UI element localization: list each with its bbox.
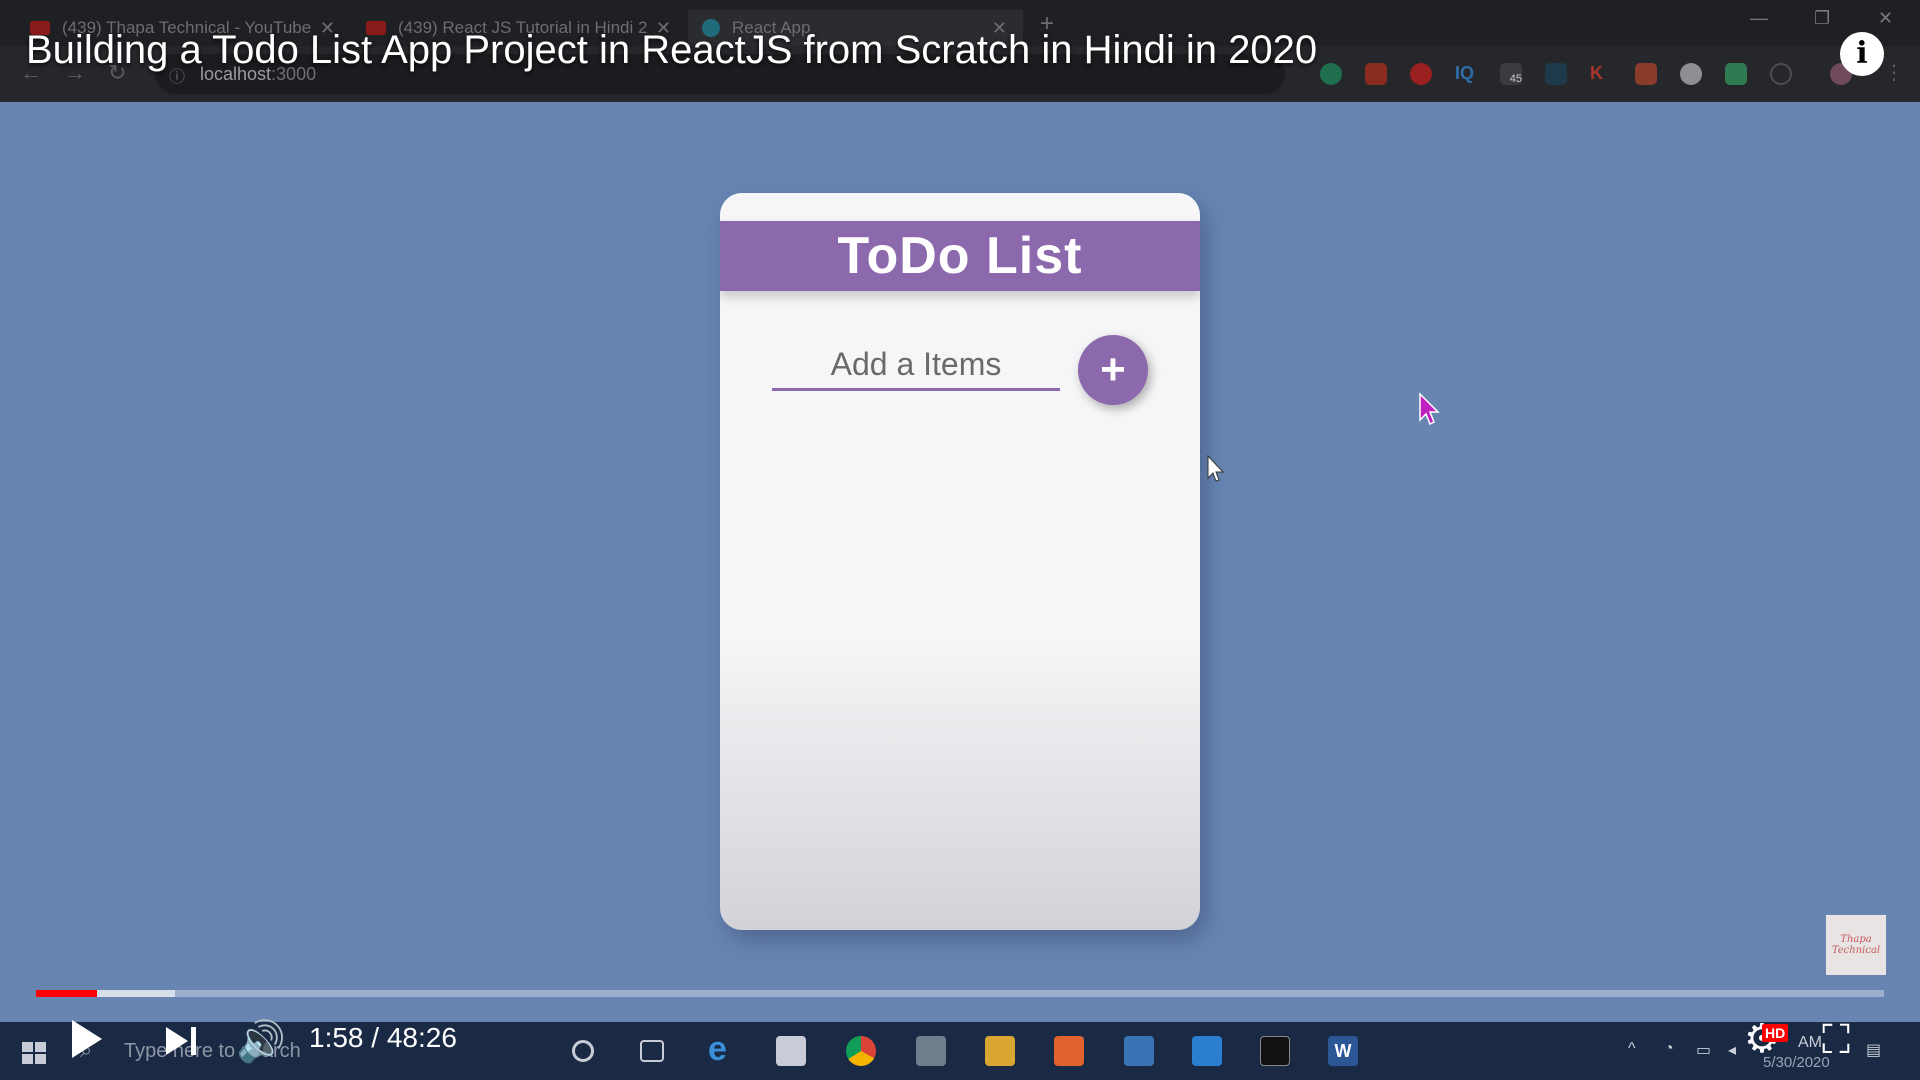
video-info-button[interactable]: i — [1840, 32, 1884, 76]
minimize-icon[interactable]: — — [1750, 8, 1768, 29]
cortana-icon[interactable] — [572, 1040, 594, 1062]
file-explorer-icon[interactable] — [985, 1036, 1015, 1066]
extension-icon[interactable] — [1680, 63, 1702, 85]
notifications-icon[interactable]: ▤ — [1866, 1040, 1881, 1060]
extension-icon[interactable] — [1725, 63, 1747, 85]
volume-icon[interactable]: 🔊 — [236, 1018, 286, 1065]
grammarly-icon[interactable] — [1320, 63, 1342, 85]
badge-extension-icon[interactable]: 45 — [1500, 63, 1522, 85]
todo-title: ToDo List — [720, 221, 1200, 291]
extension-icon[interactable] — [1770, 63, 1792, 85]
window-close-icon[interactable]: ✕ — [1878, 8, 1893, 29]
time-display: 1:58 / 48:26 — [309, 1022, 457, 1053]
extension-icon[interactable]: K — [1590, 63, 1612, 85]
iq-icon[interactable]: IQ — [1455, 63, 1477, 85]
store-icon[interactable] — [776, 1036, 806, 1066]
speaker-icon[interactable]: ◂ — [1728, 1040, 1736, 1060]
add-item-input[interactable] — [772, 341, 1060, 391]
task-view-icon[interactable] — [640, 1040, 664, 1062]
next-video-icon[interactable] — [166, 1025, 200, 1059]
battery-icon[interactable]: ▭ — [1696, 1040, 1711, 1060]
add-item-button[interactable]: + — [1078, 335, 1148, 405]
extension-icon[interactable] — [1545, 63, 1567, 85]
mouse-cursor-icon — [1419, 392, 1440, 426]
hd-badge: HD — [1762, 1024, 1789, 1042]
windows-start-icon[interactable] — [22, 1042, 46, 1064]
video-progress-bar[interactable] — [36, 990, 1884, 997]
extension-icon[interactable] — [1635, 63, 1657, 85]
app-icon[interactable] — [916, 1036, 946, 1066]
extension-badge: 45 — [1509, 73, 1522, 85]
exit-fullscreen-icon[interactable]: ⛶ — [1822, 1018, 1850, 1063]
todo-card: ToDo List + — [720, 193, 1200, 930]
play-icon[interactable] — [72, 1020, 102, 1058]
extension-icon[interactable] — [1365, 63, 1387, 85]
video-title[interactable]: Building a Todo List App Project in Reac… — [26, 28, 1317, 73]
terminal-icon[interactable] — [1260, 1036, 1290, 1066]
vscode-icon[interactable] — [1192, 1036, 1222, 1066]
mouse-cursor-icon — [1207, 454, 1225, 482]
word-icon[interactable]: W — [1328, 1036, 1358, 1066]
edge-icon[interactable]: e — [708, 1030, 738, 1068]
extension-icon[interactable] — [1410, 63, 1432, 85]
network-icon[interactable]: ◔ — [1664, 1040, 1674, 1058]
restore-icon[interactable]: ❐ — [1814, 8, 1830, 29]
page-background: ToDo List + — [0, 102, 1920, 1022]
chrome-icon[interactable] — [846, 1036, 876, 1066]
clock-text: AM — [1798, 1034, 1822, 1051]
xampp-icon[interactable] — [1054, 1036, 1084, 1066]
progress-played — [36, 990, 97, 997]
chevron-up-icon[interactable]: ^ — [1628, 1040, 1636, 1058]
app-icon[interactable] — [1124, 1036, 1154, 1066]
windows-taskbar: ⌕ Type here to search e W ^ ◔ ▭ ◂ AM 5/3… — [0, 1022, 1920, 1080]
menu-icon[interactable]: ⋮ — [1884, 60, 1904, 85]
channel-watermark[interactable]: Thapa Technical — [1826, 915, 1886, 975]
